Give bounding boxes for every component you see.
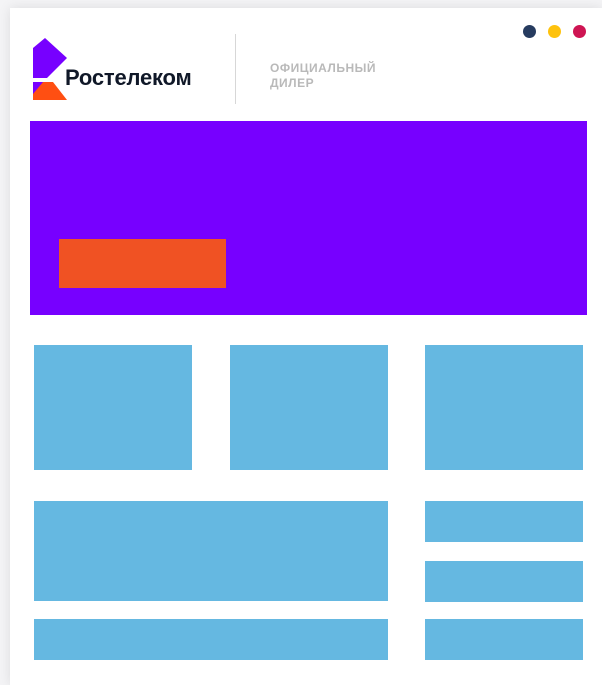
- navy-dot-icon[interactable]: [523, 25, 536, 38]
- red-dot-icon[interactable]: [573, 25, 586, 38]
- header-divider: [235, 34, 236, 104]
- content-tile[interactable]: [34, 345, 192, 470]
- content-tile-wide[interactable]: [34, 501, 388, 601]
- hero-banner: [30, 121, 587, 315]
- dealer-label-line1: ОФИЦИАЛЬНЫЙ: [270, 61, 376, 75]
- brand-name: Ростелеком: [65, 65, 192, 90]
- brand-logo[interactable]: Ростелеком: [31, 38, 206, 100]
- window-controls: [523, 25, 586, 38]
- yellow-dot-icon[interactable]: [548, 25, 561, 38]
- content-tile-small[interactable]: [425, 619, 583, 660]
- dealer-label-line2: ДИЛЕР: [270, 76, 315, 90]
- dealer-page-window: Ростелеком ОФИЦИАЛЬНЫЙ ДИЛЕР: [10, 8, 602, 685]
- content-tile-small[interactable]: [425, 501, 583, 542]
- content-tile[interactable]: [230, 345, 388, 470]
- content-tile[interactable]: [425, 345, 583, 470]
- content-tile-small[interactable]: [425, 561, 583, 602]
- official-dealer-label: ОФИЦИАЛЬНЫЙ ДИЛЕР: [270, 61, 410, 91]
- content-tile-strip[interactable]: [34, 619, 388, 660]
- hero-cta-button[interactable]: [59, 239, 226, 288]
